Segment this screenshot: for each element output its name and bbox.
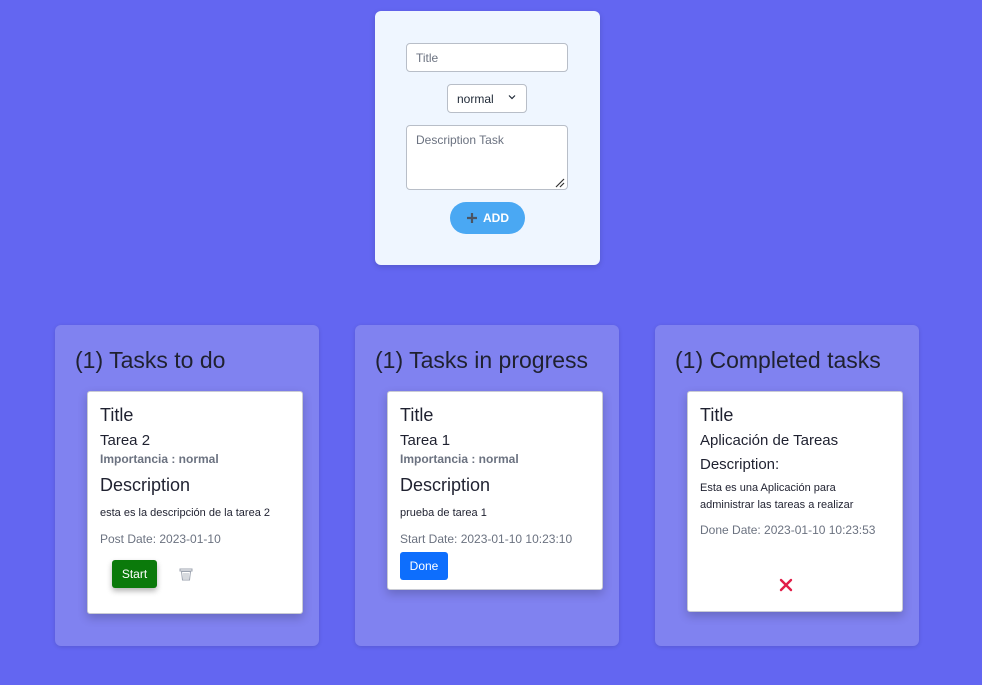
task-description-label: Description [400,475,491,495]
task-card: Title Tarea 2 Importancia : normal Descr… [87,391,303,614]
importance-select[interactable]: normal [447,84,527,113]
done-button[interactable]: Done [400,552,448,580]
plus-icon [467,213,477,223]
task-name: Aplicación de Tareas [700,432,839,449]
task-title-label: Title [700,405,734,425]
column-completed: (1) Completed tasks Title Aplicación de … [655,325,919,646]
title-input[interactable] [406,43,568,72]
column-title: (1) Tasks to do [75,347,226,373]
task-description: esta es la descripción de la tarea 2 [100,507,270,519]
task-start-date: Start Date: 2023-01-10 10:23:10 [400,532,573,546]
task-post-date: Post Date: 2023-01-10 [100,532,221,546]
task-description: prueba de tarea 1 [400,507,487,519]
task-importance: Importancia : normal [100,452,219,466]
importance-select-value: normal [457,91,494,106]
column-title: (1) Tasks in progress [375,347,589,373]
chevron-down-icon [508,95,516,100]
column-in-progress: (1) Tasks in progress Title Tarea 1 Impo… [355,325,619,646]
task-name: Tarea 1 [400,432,451,449]
resize-grip-icon[interactable] [553,176,565,188]
task-card: Title Tarea 1 Importancia : normal Descr… [387,391,603,590]
task-title-label: Title [100,405,134,425]
add-button-label: ADD [483,211,509,225]
task-importance: Importancia : normal [400,452,519,466]
add-button[interactable]: ADD [450,202,525,234]
description-input[interactable] [406,125,568,190]
column-todo: (1) Tasks to do Title Tarea 2 Importanci… [55,325,319,646]
start-button[interactable]: Start [112,560,157,588]
task-card: Title Aplicación de Tareas Description: … [687,391,903,612]
task-description-label: Description [100,475,191,495]
task-name: Tarea 2 [100,432,151,449]
new-task-form: normal ADD [375,11,600,265]
task-done-date: Done Date: 2023-01-10 10:23:53 [700,523,876,537]
column-title: (1) Completed tasks [675,347,881,373]
task-description: Esta es una Aplicación para administrar … [700,482,854,511]
task-description-label: Description: [700,456,780,473]
trash-icon[interactable] [179,568,193,581]
task-title-label: Title [400,405,434,425]
close-icon[interactable] [779,578,793,592]
